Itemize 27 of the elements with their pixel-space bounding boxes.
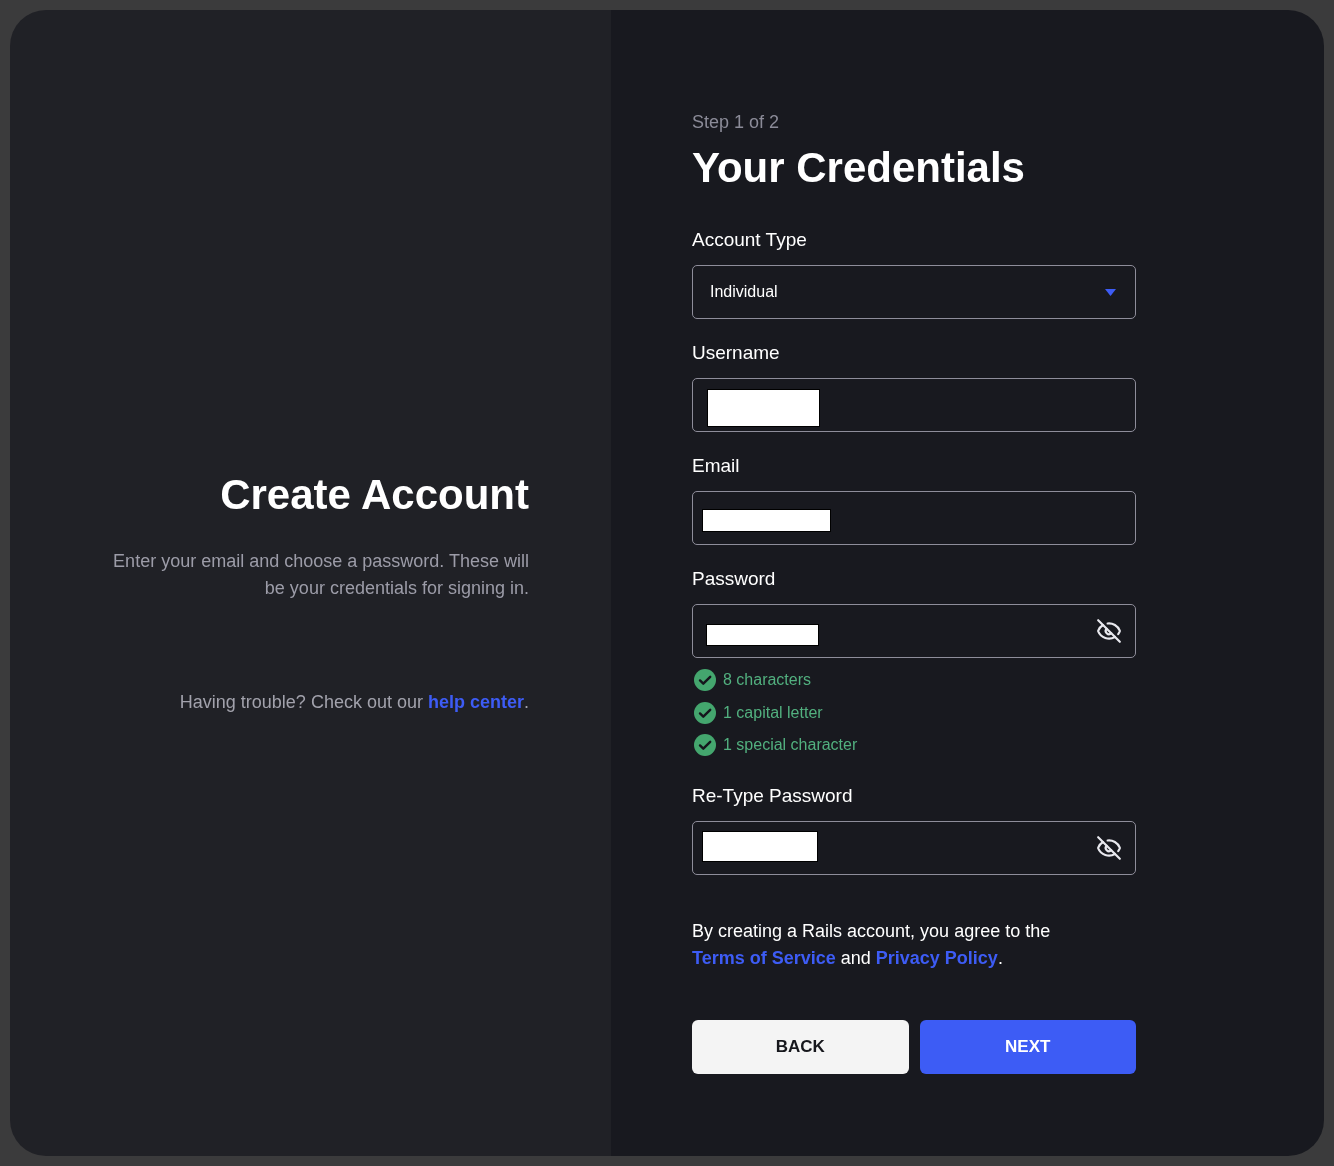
help-center-link[interactable]: help center	[427, 692, 524, 712]
help-text: Having trouble? Check out our help center.	[179, 691, 529, 714]
field-label: Username	[692, 341, 781, 365]
back-button[interactable]: BACK	[692, 1019, 909, 1074]
terms-text: By creating a Rails account, you agree to the Terms of Service and Privacy Policy.	[692, 919, 1052, 970]
privacy-policy-link[interactable]: Privacy Policy	[875, 947, 998, 968]
step-indicator: Step 1 of 2	[692, 111, 781, 134]
form-title: Your Credentials	[692, 143, 1026, 193]
field-label: Account Type	[692, 228, 808, 252]
caret-icon	[1105, 288, 1116, 296]
page-title: Create Account	[220, 470, 529, 520]
input-field[interactable]	[692, 491, 1136, 545]
field-label: Email	[692, 454, 741, 478]
eye-off-icon[interactable]	[1096, 834, 1122, 861]
input-field[interactable]	[692, 604, 1136, 658]
requirement-text: 1 capital letter	[723, 702, 823, 723]
field-label: Password	[692, 567, 777, 591]
terms-of-service-link[interactable]: Terms of Service	[692, 947, 836, 968]
dropdown-field[interactable]: Individual	[692, 265, 1136, 319]
field-label: Re-Type Password	[692, 783, 854, 808]
eye-off-icon[interactable]	[1096, 618, 1122, 644]
requirement-text: 8 characters	[723, 670, 812, 691]
description-text: Enter your email and choose a password. These will be your credentials for signing in.	[112, 550, 529, 600]
input-field[interactable]	[692, 820, 1136, 875]
requirement-text: 1 special character	[723, 735, 858, 756]
input-field[interactable]	[692, 378, 1136, 432]
next-button[interactable]: NEXT	[919, 1019, 1136, 1074]
